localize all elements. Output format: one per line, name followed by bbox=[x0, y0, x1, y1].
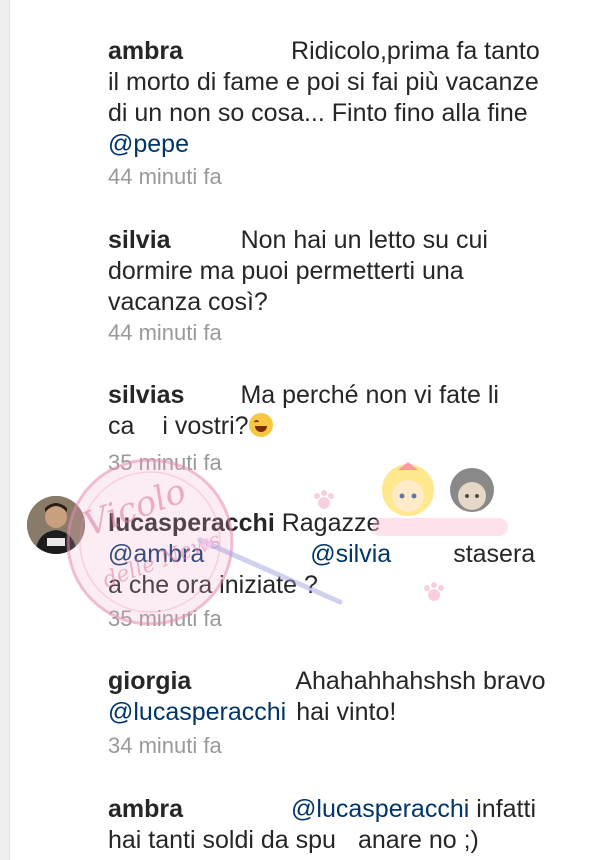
mention-link[interactable]: @silvia bbox=[310, 540, 391, 568]
comment-item: lucasperacchi Ragazze @ambra @silvia stase… bbox=[108, 508, 569, 601]
mention-link[interactable]: @ambra bbox=[108, 540, 204, 568]
comment-text: Non hai un letto su cui bbox=[240, 226, 488, 254]
comment-item: silvia Non hai un letto su cui dormire ma… bbox=[108, 225, 569, 318]
avatar[interactable] bbox=[27, 496, 85, 554]
comment-text: Ridicolo,prima fa tanto bbox=[291, 37, 540, 65]
comment-username[interactable]: giorgia bbox=[108, 667, 191, 695]
comment-username[interactable]: silvia bbox=[108, 226, 171, 254]
mention-link[interactable]: @lucasperacchi bbox=[291, 795, 469, 823]
comment-item: silvias Ma perché non vi fate li ca i vost… bbox=[108, 380, 569, 442]
comment-text: ca bbox=[108, 412, 135, 440]
laughing-emoji-icon bbox=[248, 413, 273, 437]
comment-username[interactable]: ambra bbox=[108, 795, 183, 823]
comment-item: ambra Ridicolo,prima fa tanto il morto di… bbox=[108, 36, 569, 160]
comment-time: 35 minuti fa bbox=[108, 450, 222, 475]
comment-username[interactable]: lucasperacchi bbox=[108, 509, 275, 537]
comment-line: ambra Ridicolo,prima fa tanto bbox=[108, 36, 569, 67]
comment-time: 35 minuti fa bbox=[108, 606, 222, 631]
mention-link[interactable]: @lucasperacchi bbox=[108, 698, 286, 726]
comment-item: giorgia Ahahahhahshsh bravo @lucasperacch… bbox=[108, 666, 569, 728]
comment-text: Ragazze bbox=[281, 509, 381, 537]
comment-line: dormire ma puoi permetterti una bbox=[108, 257, 464, 285]
mention-link[interactable]: @pepe bbox=[108, 130, 189, 158]
comment-text: hai tanti soldi da spu bbox=[108, 826, 336, 854]
comment-text: anare no ;) bbox=[357, 826, 479, 854]
comment-username[interactable]: silvias bbox=[108, 381, 184, 409]
comment-text: Ma perché non vi fate li bbox=[240, 381, 499, 409]
left-border bbox=[0, 0, 10, 860]
comment-item: ambra @lucasperacchi infatti hai tanti so… bbox=[108, 794, 569, 856]
comment-text: hai vinto! bbox=[296, 698, 397, 726]
comment-text: Ahahahhahshsh bravo bbox=[295, 667, 546, 695]
comment-username[interactable]: ambra bbox=[108, 37, 183, 65]
comment-line: a che ora iniziate ? bbox=[108, 571, 318, 599]
comment-text: infatti bbox=[476, 795, 537, 823]
comment-text: stasera bbox=[453, 540, 536, 568]
comment-time: 44 minuti fa bbox=[108, 320, 222, 345]
comment-text: i vostri? bbox=[162, 412, 249, 440]
comment-time: 44 minuti fa bbox=[108, 164, 222, 189]
comment-line: di un non so cosa... Finto fino alla fin… bbox=[108, 99, 528, 127]
comment-line: vacanza così? bbox=[108, 288, 268, 316]
comment-line: il morto di fame e poi si fai più vacanz… bbox=[108, 68, 539, 96]
comment-time: 34 minuti fa bbox=[108, 733, 222, 758]
